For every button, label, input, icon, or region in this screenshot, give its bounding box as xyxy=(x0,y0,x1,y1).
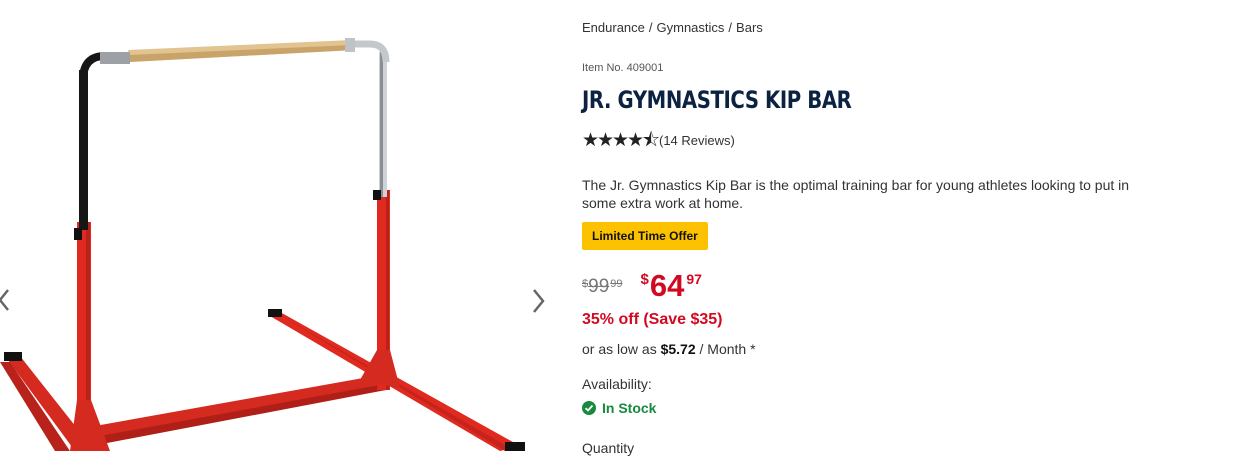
savings-text: 35% off (Save $35) xyxy=(582,311,723,328)
availability-label: Availability: xyxy=(582,376,652,392)
reviews-link[interactable]: (14 Reviews) xyxy=(659,133,735,148)
star-icon: ★ xyxy=(612,130,630,151)
financing-amount: $5.72 xyxy=(660,341,696,357)
financing-info: or as low as $5.72 / Month * xyxy=(582,341,756,357)
star-icon: ★ xyxy=(582,130,600,151)
financing-prefix: or as low as xyxy=(582,341,657,357)
product-description: The Jr. Gymnastics Kip Bar is the optima… xyxy=(582,177,1130,211)
product-image xyxy=(0,38,525,451)
price-row: $ 99 99 $ 64 97 xyxy=(582,268,702,304)
check-circle-icon xyxy=(582,401,596,415)
gallery-next-button[interactable] xyxy=(526,281,550,321)
product-title: JR. GYMNASTICS KIP BAR xyxy=(582,86,852,114)
breadcrumb-item-gymnastics[interactable]: Gymnastics xyxy=(657,20,725,35)
original-price: $ 99 99 xyxy=(582,276,623,298)
product-rating[interactable]: ★ ★ ★ ★ ⯪ (14 Reviews) xyxy=(582,131,735,150)
breadcrumb-separator: / xyxy=(648,20,653,35)
star-half-icon: ⯪ xyxy=(642,130,660,151)
chevron-right-icon xyxy=(533,289,545,313)
star-rating: ★ ★ ★ ★ ⯪ xyxy=(582,130,660,151)
offer-badge: Limited Time Offer xyxy=(582,222,708,250)
sale-price-cents: 97 xyxy=(686,271,702,287)
breadcrumb: Endurance / Gymnastics / Bars xyxy=(582,20,763,35)
breadcrumb-separator: / xyxy=(728,20,733,35)
breadcrumb-item-bars[interactable]: Bars xyxy=(736,20,763,35)
sale-price: $ 64 97 xyxy=(641,268,702,304)
product-gallery xyxy=(0,0,560,451)
sale-price-currency: $ xyxy=(640,271,649,288)
original-price-cents: 99 xyxy=(610,278,623,290)
stock-status-text: In Stock xyxy=(602,400,657,416)
stock-status: In Stock xyxy=(582,400,656,416)
item-number: Item No. 409001 xyxy=(582,62,664,74)
star-icon: ★ xyxy=(597,130,615,151)
star-icon: ★ xyxy=(627,130,645,151)
chevron-left-icon xyxy=(0,289,9,311)
sale-price-dollars: 64 xyxy=(649,268,685,303)
financing-suffix: / Month * xyxy=(699,341,756,357)
quantity-label: Quantity xyxy=(582,440,635,456)
breadcrumb-item-endurance[interactable]: Endurance xyxy=(582,20,645,35)
original-price-dollars: 99 xyxy=(588,276,610,297)
gallery-prev-button[interactable] xyxy=(0,280,16,320)
